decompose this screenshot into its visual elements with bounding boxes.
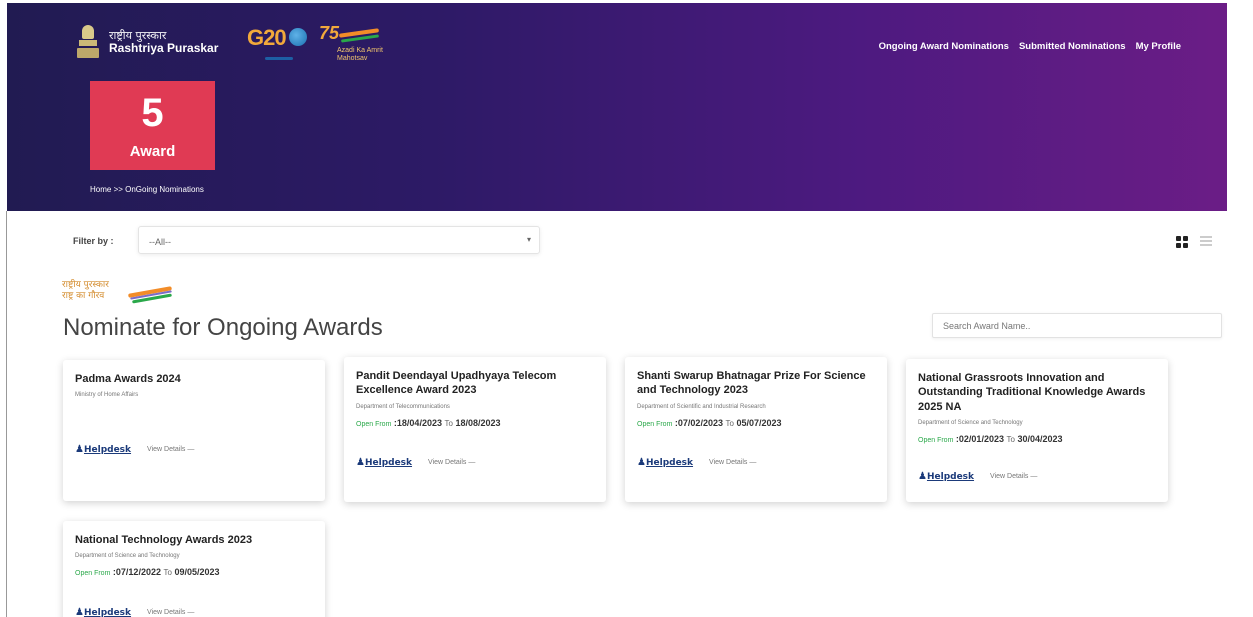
view-details-link[interactable]: View Details — [990, 473, 1037, 480]
search-award-input[interactable] [932, 313, 1222, 338]
view-details-link[interactable]: View Details — [147, 609, 194, 616]
to-label: To [1006, 434, 1015, 444]
helpdesk-label: Helpdesk [364, 458, 413, 468]
award-count-label: Award [129, 143, 176, 160]
amrit-logo-text: Azadi Ka Amrit Mahotsav [337, 47, 383, 62]
award-card-department: Department of Science and Technology [75, 553, 180, 560]
open-from-date: :07/02/2023 [674, 417, 723, 428]
award-card-bhatnagar-prize[interactable]: Shanti Swarup Bhatnagar Prize For Scienc… [625, 357, 887, 502]
helpdesk-link[interactable]: ♟Helpdesk [637, 457, 693, 468]
person-icon: ♟ [75, 607, 84, 617]
helpdesk-label: Helpdesk [83, 445, 132, 455]
rashtriya-puraskar-logo: राष्ट्रीय पुरस्कार राष्ट्र का गौरव [62, 280, 182, 314]
award-card-national-technology[interactable]: National Technology Awards 2023 Departme… [63, 521, 325, 617]
g20-logo: G20 [247, 25, 309, 65]
award-card-dates: Open From :02/01/2023 To 30/04/2023 [918, 434, 1156, 444]
open-from-label: Open From [918, 436, 954, 444]
filter-selected-value: --All-- [149, 237, 171, 247]
brand-hindi-name: राष्ट्रीय पुरस्कार [109, 29, 167, 43]
nav-submitted-nominations[interactable]: Submitted Nominations [1019, 41, 1126, 52]
helpdesk-link[interactable]: ♟Helpdesk [75, 444, 131, 455]
nav-my-profile[interactable]: My Profile [1136, 41, 1181, 52]
chevron-down-icon: ▾ [526, 235, 531, 244]
person-icon: ♟ [918, 471, 927, 482]
brand-name: Rashtriya Puraskar [109, 41, 219, 56]
award-card-department: Department of Telecommunications [356, 403, 450, 410]
award-card-department: Ministry of Home Affairs [75, 392, 139, 399]
award-card-padma[interactable]: Padma Awards 2024 Ministry of Home Affai… [63, 360, 325, 501]
open-from-date: :07/12/2022 [112, 567, 161, 578]
azadi-amrit-mahotsav-logo: 75 Azadi Ka Amrit Mahotsav [319, 23, 389, 67]
to-label: To [444, 418, 453, 428]
to-date: 18/08/2023 [455, 417, 501, 428]
to-date: 05/07/2023 [736, 417, 782, 428]
open-from-label: Open From [637, 420, 673, 428]
globe-icon [289, 28, 307, 46]
helpdesk-label: Helpdesk [645, 458, 694, 468]
top-nav: Ongoing Award Nominations Submitted Nomi… [879, 41, 1181, 52]
award-card-title: Pandit Deendayal Upadhyaya Telecom Excel… [356, 370, 557, 397]
award-count-number: 5 [141, 91, 164, 135]
award-card-department: Department of Science and Technology [918, 419, 1023, 426]
header-banner: राष्ट्रीय पुरस्कार Rashtriya Puraskar G2… [7, 3, 1227, 211]
to-label: To [725, 418, 734, 428]
amrit-logo-number: 75 [319, 23, 340, 43]
award-card-title: National Grassroots Innovation and Outst… [918, 372, 1146, 413]
award-count-badge: 5 Award [90, 81, 215, 170]
grid-view-icon[interactable] [1176, 236, 1188, 248]
breadcrumb[interactable]: Home >> OnGoing Nominations [90, 185, 204, 194]
award-card-title: Shanti Swarup Bhatnagar Prize For Scienc… [637, 370, 866, 397]
g20-logo-text: G20 [247, 25, 287, 50]
helpdesk-link[interactable]: ♟Helpdesk [356, 457, 412, 468]
award-card-dates: Open From :18/04/2023 To 18/08/2023 [356, 418, 594, 428]
person-icon: ♟ [637, 457, 646, 468]
helpdesk-label: Helpdesk [926, 472, 975, 482]
award-card-title: Padma Awards 2024 [75, 373, 181, 385]
filter-label: Filter by : [73, 236, 114, 246]
award-card-telecom-excellence[interactable]: Pandit Deendayal Upadhyaya Telecom Excel… [344, 357, 606, 502]
award-card-dates: Open From :07/02/2023 To 05/07/2023 [637, 418, 875, 428]
person-icon: ♟ [75, 444, 84, 455]
open-from-label: Open From [75, 570, 111, 578]
open-from-date: :18/04/2023 [393, 417, 442, 428]
brand[interactable]: राष्ट्रीय पुरस्कार Rashtriya Puraskar [75, 25, 218, 61]
page-title: Nominate for Ongoing Awards [63, 314, 383, 341]
award-card-dates: Open From :07/12/2022 To 09/05/2023 [75, 567, 313, 577]
to-label: To [163, 568, 172, 578]
list-view-icon[interactable] [1200, 236, 1212, 248]
award-card-title: National Technology Awards 2023 [75, 534, 253, 546]
person-icon: ♟ [356, 457, 365, 468]
helpdesk-link[interactable]: ♟Helpdesk [75, 607, 131, 617]
award-card-grassroots-innovation[interactable]: National Grassroots Innovation and Outst… [906, 359, 1168, 502]
helpdesk-label: Helpdesk [83, 608, 132, 617]
helpdesk-link[interactable]: ♟Helpdesk [918, 471, 974, 482]
open-from-date: :02/01/2023 [955, 433, 1004, 444]
view-details-link[interactable]: View Details — [147, 446, 194, 453]
view-details-link[interactable]: View Details — [428, 459, 475, 466]
left-border [6, 211, 7, 617]
filter-select[interactable]: --All-- ▾ [138, 226, 540, 254]
open-from-label: Open From [356, 420, 392, 428]
award-card-department: Department of Scientific and Industrial … [637, 403, 766, 410]
to-date: 30/04/2023 [1017, 433, 1063, 444]
view-details-link[interactable]: View Details — [709, 459, 756, 466]
national-emblem-icon [75, 25, 101, 61]
to-date: 09/05/2023 [174, 567, 220, 578]
nav-ongoing-award-nominations[interactable]: Ongoing Award Nominations [879, 41, 1009, 52]
